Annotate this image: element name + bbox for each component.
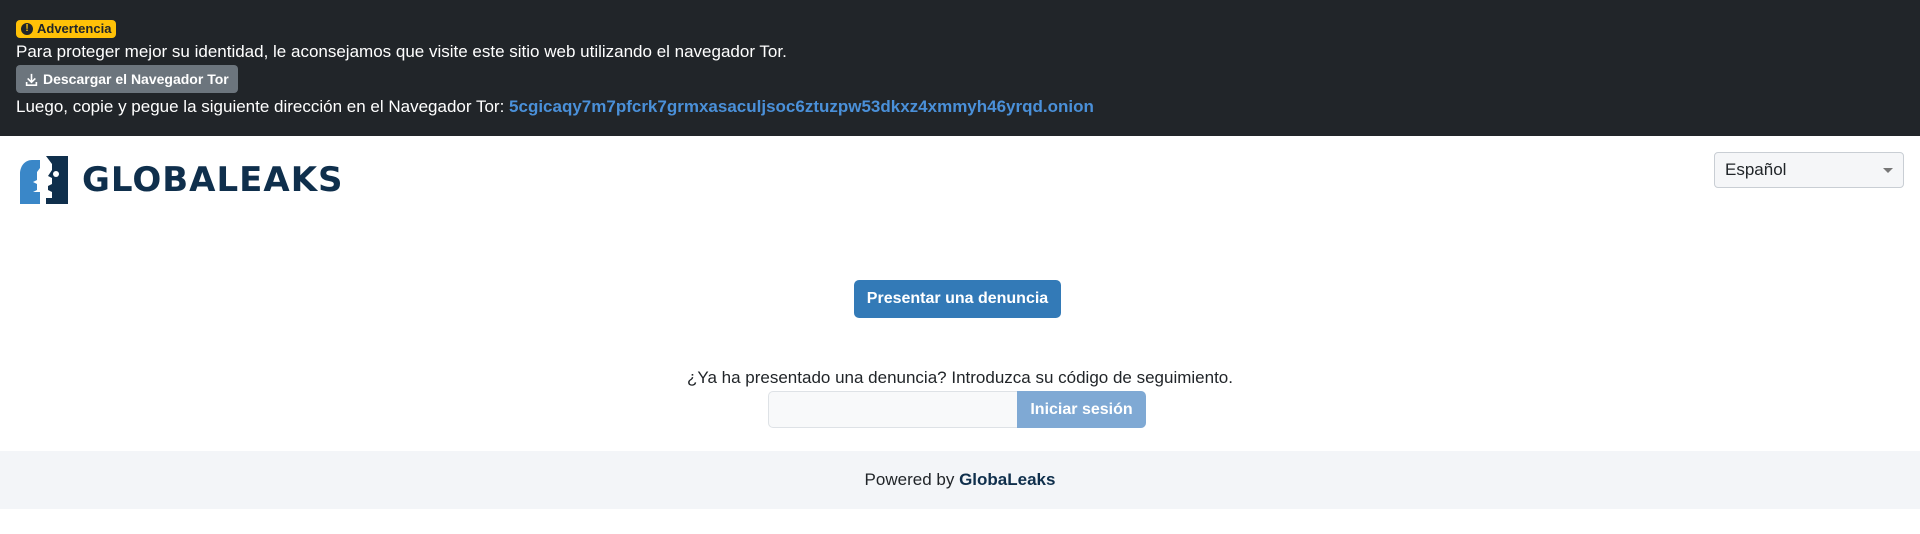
globaleaks-logo-icon (20, 156, 68, 204)
warning-badge: ! Advertencia (16, 20, 117, 38)
download-icon (25, 73, 38, 86)
receipt-code-input[interactable] (768, 391, 1017, 428)
onion-address-link[interactable]: 5cgicaqy7m7pfcrk7grmxasaculjsoc6ztuzpw53… (509, 97, 1094, 116)
tor-warning-banner: ! Advertencia Para proteger mejor su ide… (0, 0, 1920, 136)
footer: Powered by GlobaLeaks (0, 451, 1920, 509)
onion-prefix: Luego, copie y pegue la siguiente direcc… (16, 97, 505, 116)
site-header: GLOBALEAKS Español (0, 136, 1920, 216)
warning-badge-label: Advertencia (37, 21, 112, 36)
tor-message: Para proteger mejor su identidad, le aco… (16, 42, 787, 61)
login-button[interactable]: Iniciar sesión (1017, 391, 1146, 428)
footer-powered-by: Powered by (864, 470, 955, 489)
exclamation-circle-icon: ! (21, 23, 33, 35)
logo-wordmark: GLOBALEAKS (82, 160, 344, 200)
globaleaks-logo[interactable]: GLOBALEAKS (16, 152, 344, 208)
download-tor-label: Descargar el Navegador Tor (43, 71, 229, 87)
submit-report-button[interactable]: Presentar una denuncia (854, 280, 1061, 318)
language-selected: Español (1725, 160, 1787, 179)
language-select[interactable]: Español (1714, 152, 1904, 188)
chevron-down-icon (1883, 168, 1893, 173)
download-tor-button[interactable]: Descargar el Navegador Tor (16, 65, 238, 93)
receipt-form: Iniciar sesión (768, 391, 1146, 428)
receipt-prompt: ¿Ya ha presentado una denuncia? Introduz… (687, 368, 1233, 387)
onion-instructions: Luego, copie y pegue la siguiente direcc… (16, 97, 1094, 117)
footer-brand-link[interactable]: GlobaLeaks (959, 470, 1055, 489)
